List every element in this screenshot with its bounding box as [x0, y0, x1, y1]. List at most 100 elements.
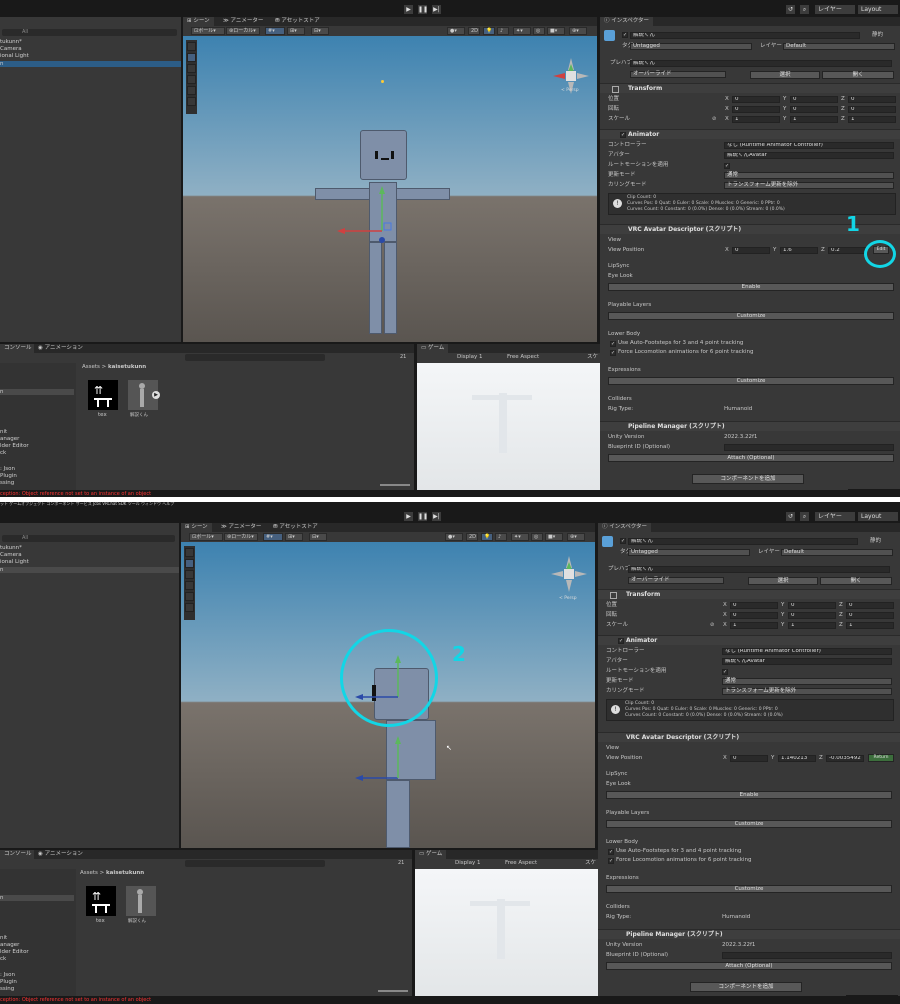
expressions-customize-button[interactable]: Customize [608, 377, 894, 385]
view-x-field[interactable]: 0 [732, 247, 770, 254]
select-button[interactable]: 選択 [748, 577, 818, 585]
camera-dropdown[interactable]: ■▾ [547, 27, 565, 35]
root-motion-checkbox[interactable]: ✓ [724, 163, 730, 169]
lower-body-foldout[interactable]: Lower Body [606, 839, 638, 846]
tab-asset-store[interactable]: ⛃ アセットストア [269, 523, 322, 532]
pause-icon[interactable]: ❚❚ [418, 512, 428, 521]
hierarchy-row[interactable]: tukunn* [0, 545, 22, 551]
hand-tool-icon[interactable] [187, 42, 196, 51]
rotation-x-field[interactable]: 0 [732, 106, 780, 113]
rotation-y-field[interactable]: 0 [790, 106, 838, 113]
menu-bar[interactable]: ット ゲームオブジェクト コンポーネント サービス Jcbs VRChat SD… [0, 502, 900, 506]
hidden-toggle[interactable]: ◎ [531, 533, 543, 541]
toggle-2d-button[interactable]: 2D [468, 27, 480, 35]
hierarchy-row-selected[interactable]: n [0, 567, 179, 573]
return-view-button[interactable]: Return [868, 754, 894, 762]
scene-gizmo-icon[interactable] [549, 554, 589, 594]
eyelook-enable-button[interactable]: Enable [606, 791, 892, 799]
step-icon[interactable]: ▶| [432, 512, 441, 521]
controller-field[interactable]: なし (Runtime Animator Controller) [724, 142, 894, 149]
rotation-z-field[interactable]: 0 [846, 612, 894, 619]
move-tool-icon[interactable] [187, 53, 196, 62]
layers-dropdown[interactable]: レイヤー [815, 5, 855, 14]
overrides-dropdown[interactable]: オーバーライド [628, 577, 724, 584]
play-icon[interactable]: ▶ [404, 512, 413, 521]
scale-tool-icon[interactable] [185, 581, 194, 590]
tree-item[interactable]: : Json [0, 466, 15, 472]
position-z-field[interactable]: 0 [846, 602, 894, 609]
root-motion-checkbox[interactable]: ✓ [722, 669, 728, 675]
shading-dropdown[interactable]: ●▾ [445, 533, 463, 541]
shading-dropdown[interactable]: ●▾ [447, 27, 465, 35]
rotation-x-field[interactable]: 0 [730, 612, 778, 619]
position-x-field[interactable]: 0 [732, 96, 780, 103]
animator-enabled-checkbox[interactable]: ✓ [620, 132, 626, 138]
pipeline-header[interactable]: Pipeline Manager (スクリプト) [600, 421, 900, 431]
game-view[interactable] [415, 869, 598, 996]
view-foldout[interactable]: View [608, 237, 621, 244]
grid-snap-button[interactable]: #▾ [265, 27, 285, 35]
expressions-foldout[interactable]: Expressions [608, 367, 641, 374]
link-icon[interactable]: ⊘ [712, 116, 716, 122]
eyelook-foldout[interactable]: Eye Look [606, 781, 631, 788]
tab-asset-store[interactable]: ⛃ アセットストア [271, 17, 324, 26]
increment-snap-button[interactable]: ⊟▾ [311, 27, 329, 35]
grid-button[interactable]: ⊞▾ [287, 27, 305, 35]
scale-x-field[interactable]: 1 [730, 622, 778, 629]
camera-dropdown[interactable]: ■▾ [545, 533, 563, 541]
playable-layers-foldout[interactable]: Playable Layers [608, 302, 651, 309]
prefab-icon[interactable] [126, 886, 156, 916]
animator-header[interactable]: ✓ Animator [600, 129, 900, 139]
tab-animator[interactable]: ≫ アニメーター [217, 523, 266, 532]
culling-mode-dropdown[interactable]: トランスフォーム更新を除外 [722, 688, 892, 695]
effects-dropdown[interactable]: ✦▾ [511, 533, 529, 541]
lower-body-foldout[interactable]: Lower Body [608, 331, 640, 338]
position-y-field[interactable]: 0 [788, 602, 836, 609]
active-checkbox[interactable]: ✓ [622, 32, 628, 38]
tab-inspector[interactable]: ⓘ インスペクター [600, 17, 654, 26]
rotate-tool-icon[interactable] [185, 570, 194, 579]
aspect-dropdown[interactable]: Free Aspect [507, 354, 539, 361]
audio-toggle[interactable]: ♪ [497, 27, 509, 35]
tab-scene[interactable]: ⊞ シーン [181, 523, 212, 532]
tab-game[interactable]: ▭ ゲーム [415, 850, 447, 859]
force-locomotion-checkbox[interactable]: ✓ [610, 350, 616, 356]
pause-icon[interactable]: ❚❚ [418, 5, 428, 14]
game-view[interactable] [417, 363, 600, 490]
scale-z-field[interactable]: 1 [846, 622, 894, 629]
expressions-customize-button[interactable]: Customize [606, 885, 892, 893]
transform-tool-icon[interactable] [187, 97, 196, 106]
view-x-field[interactable]: 0 [730, 755, 768, 762]
pivot-dropdown[interactable]: ⊡ボール▾ [191, 27, 225, 35]
grid-button[interactable]: ⊞▾ [285, 533, 303, 541]
expand-prefab-icon[interactable]: ▶ [152, 391, 160, 399]
space-dropdown[interactable]: ⊛ローカル▾ [226, 27, 260, 35]
tree-item[interactable]: anager [0, 942, 19, 948]
transform-header[interactable]: Transform [600, 83, 900, 93]
open-button[interactable]: 開く [822, 71, 894, 79]
scene-view[interactable]: < Persp [183, 36, 597, 342]
scale-z-field[interactable]: 1 [848, 116, 896, 123]
hierarchy-row[interactable]: Camera [0, 46, 22, 52]
hand-tool-icon[interactable] [185, 548, 194, 557]
lipsync-foldout[interactable]: LipSync [606, 771, 627, 778]
hidden-toggle[interactable]: ◎ [533, 27, 545, 35]
tree-item[interactable]: ssing [0, 480, 14, 486]
hierarchy-row[interactable]: ional Light [0, 53, 29, 59]
object-name-field[interactable]: 解説くん [628, 538, 858, 545]
tab-animation[interactable]: ◉ アニメーション [34, 850, 87, 859]
search-icon[interactable]: ⌕ [800, 5, 809, 14]
scale-x-field[interactable]: 1 [732, 116, 780, 123]
prefab-field[interactable]: 解説くん [630, 60, 892, 67]
hierarchy-search-input[interactable]: All [2, 29, 177, 36]
object-name-field[interactable]: 解説くん [630, 32, 860, 39]
blueprint-field[interactable] [722, 952, 892, 959]
playable-customize-button[interactable]: Customize [606, 820, 892, 828]
open-button[interactable]: 開く [820, 577, 892, 585]
tree-item[interactable]: nit [0, 935, 7, 941]
view-z-field[interactable]: -0.0035492 [826, 755, 864, 762]
attach-button[interactable]: Attach (Optional) [608, 454, 894, 462]
add-component-button[interactable]: コンポーネントを追加 [690, 982, 802, 992]
space-dropdown[interactable]: ⊛ローカル▾ [224, 533, 258, 541]
view-y-field[interactable]: 1.6 [780, 247, 818, 254]
